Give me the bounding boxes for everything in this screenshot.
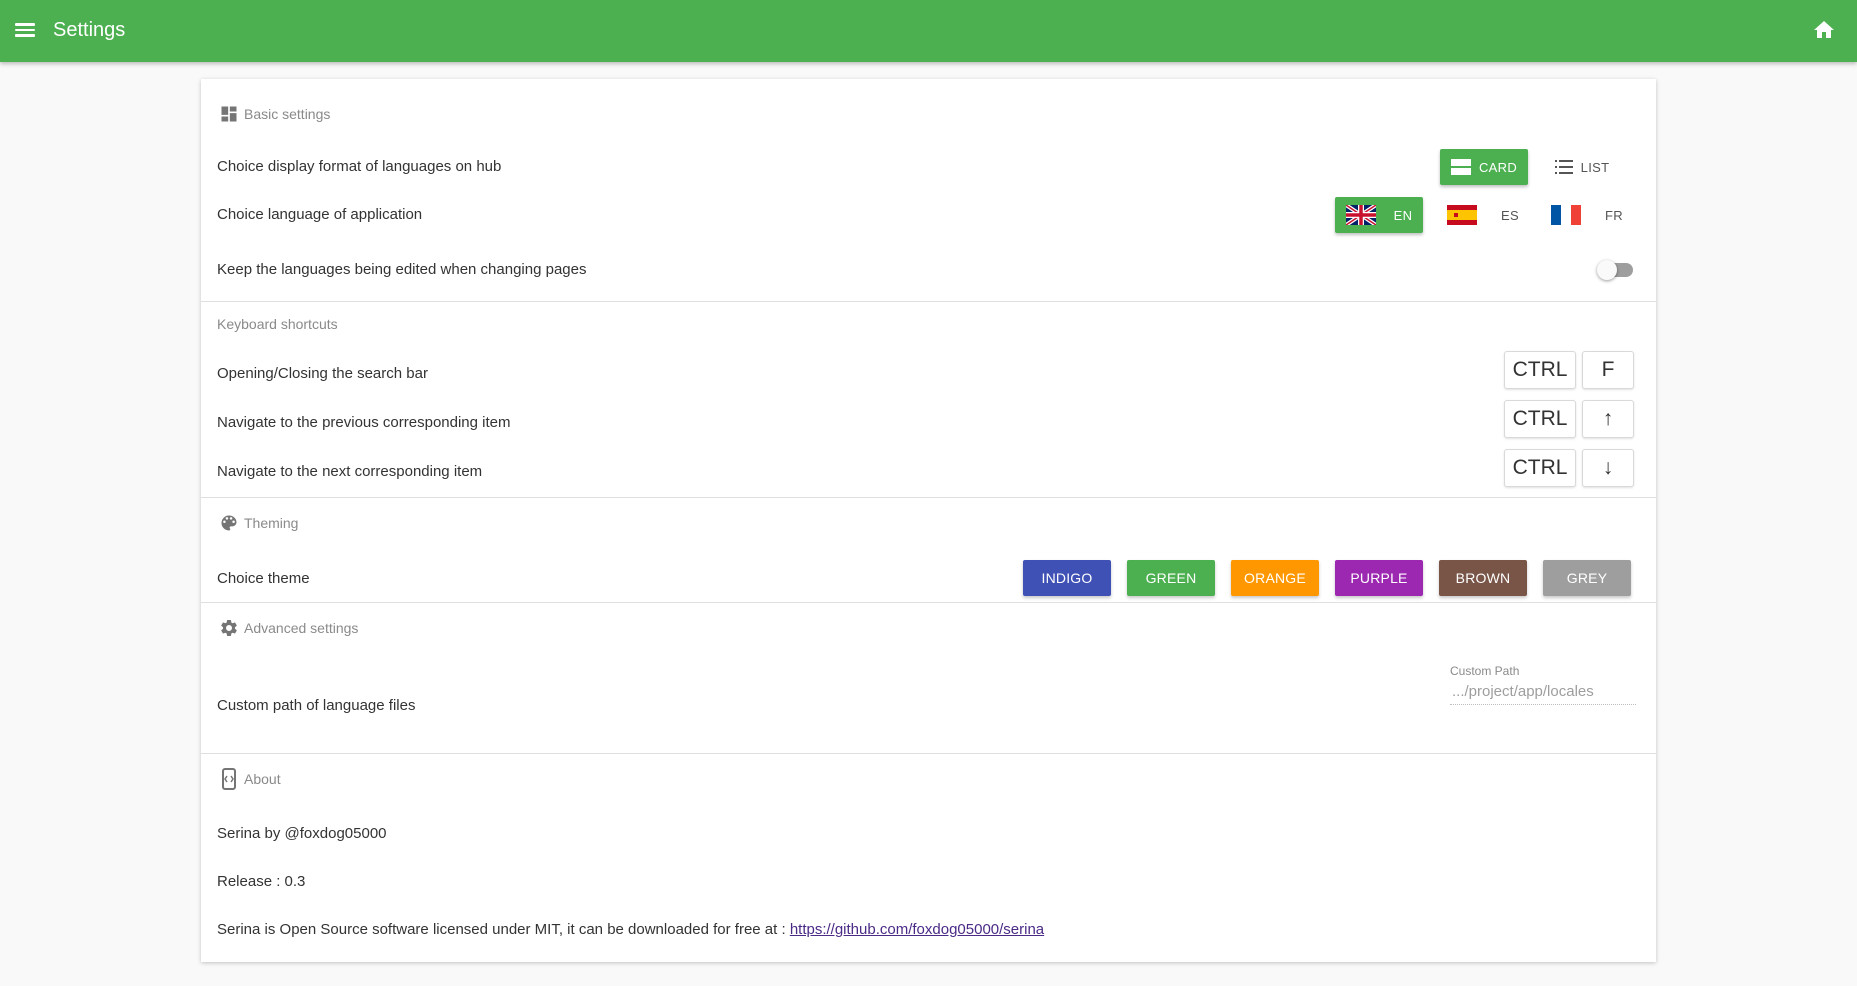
key-ctrl: CTRL — [1504, 351, 1576, 389]
theme-orange-button[interactable]: ORANGE — [1231, 560, 1319, 596]
language-es-button[interactable]: ES — [1439, 197, 1527, 233]
language-es-label: ES — [1501, 207, 1519, 223]
shortcut-next-label: Navigate to the next corresponding item — [217, 463, 483, 480]
custom-path-input[interactable] — [1450, 679, 1636, 705]
basic-settings-heading: Basic settings — [218, 103, 330, 125]
advanced-settings-title: Advanced settings — [244, 620, 359, 636]
page-title: Settings — [53, 19, 126, 41]
license-text: Serina is Open Source software licensed … — [217, 921, 790, 938]
keyboard-shortcuts-heading: Keyboard shortcuts — [217, 316, 338, 332]
gear-icon — [218, 617, 240, 639]
theme-green-button[interactable]: GREEN — [1127, 560, 1215, 596]
about-license: Serina is Open Source software licensed … — [217, 921, 1044, 938]
shortcut-previous-label: Navigate to the previous corresponding i… — [217, 414, 511, 431]
home-icon[interactable] — [1812, 18, 1836, 42]
theming-title: Theming — [244, 515, 299, 531]
display-card-button[interactable]: CARD — [1440, 149, 1528, 185]
custom-path-label: Custom path of language files — [217, 697, 416, 714]
language-fr-label: FR — [1605, 207, 1623, 223]
divider — [201, 753, 1656, 754]
app-language-label: Choice language of application — [217, 206, 423, 223]
choice-theme-label: Choice theme — [217, 570, 310, 587]
card-view-icon — [1450, 159, 1471, 175]
language-en-label: EN — [1393, 207, 1413, 223]
divider — [201, 301, 1656, 302]
keep-languages-switch[interactable] — [1597, 260, 1633, 280]
theming-heading: Theming — [218, 512, 298, 534]
divider — [201, 497, 1656, 498]
language-en-button[interactable]: EN — [1335, 197, 1423, 233]
theme-indigo-button[interactable]: INDIGO — [1023, 560, 1111, 596]
menu-icon[interactable] — [15, 20, 39, 42]
about-release: Release : 0.3 — [217, 873, 306, 890]
arrow-down-icon: ↓ — [1582, 449, 1634, 487]
arrow-up-icon: ↑ — [1582, 400, 1634, 438]
keep-languages-label: Keep the languages being edited when cha… — [217, 261, 587, 278]
language-fr-button[interactable]: FR — [1543, 197, 1631, 233]
theme-brown-button[interactable]: BROWN — [1439, 560, 1527, 596]
custom-path-field-label: Custom Path — [1450, 664, 1520, 678]
shortcut-search-label: Opening/Closing the search bar — [217, 365, 428, 382]
dashboard-icon — [218, 103, 240, 125]
display-card-label: CARD — [1478, 159, 1518, 175]
key-ctrl: CTRL — [1504, 400, 1576, 438]
spain-flag-icon — [1447, 205, 1478, 225]
about-heading: About — [218, 768, 281, 790]
theme-purple-button[interactable]: PURPLE — [1335, 560, 1423, 596]
key-f: F — [1582, 351, 1634, 389]
key-ctrl: CTRL — [1504, 449, 1576, 487]
basic-settings-title: Basic settings — [244, 106, 331, 122]
divider — [201, 602, 1656, 603]
app-bar: Settings — [0, 0, 1857, 62]
display-format-label: Choice display format of languages on hu… — [217, 158, 502, 175]
france-flag-icon — [1551, 205, 1582, 225]
palette-icon — [218, 512, 240, 534]
advanced-settings-heading: Advanced settings — [218, 617, 358, 639]
switch-knob — [1597, 260, 1617, 280]
list-view-icon — [1554, 160, 1573, 174]
theme-grey-button[interactable]: GREY — [1543, 560, 1631, 596]
about-icon — [218, 768, 240, 790]
display-list-button[interactable]: LIST — [1538, 149, 1626, 185]
settings-card: Basic settings Choice display format of … — [201, 79, 1656, 962]
uk-flag-icon — [1345, 205, 1376, 225]
about-title: About — [244, 771, 281, 787]
about-author: Serina by @foxdog05000 — [217, 825, 387, 842]
display-list-label: LIST — [1580, 159, 1610, 175]
github-link[interactable]: https://github.com/foxdog05000/serina — [790, 921, 1044, 938]
